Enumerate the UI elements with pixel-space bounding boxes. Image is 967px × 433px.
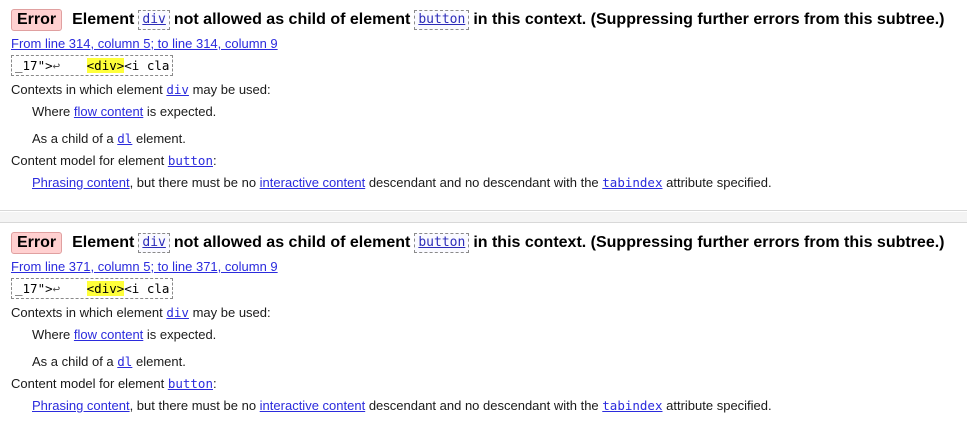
error-badge: Error (11, 9, 63, 31)
div-element-link[interactable]: div (166, 82, 189, 97)
extract-highlight: <div> (86, 58, 125, 73)
content-model-text: descendant and no descendant with the (368, 175, 599, 190)
extract-text: <i cla (124, 281, 170, 296)
tabindex-attribute-link[interactable]: tabindex (602, 398, 662, 413)
content-model-text: attribute specified. (666, 175, 772, 190)
content-model-line: Content model for element button: (11, 153, 967, 169)
context-item: As a child of a dl element. (32, 354, 967, 370)
dl-element-link[interactable]: dl (117, 131, 132, 146)
error-message: Error Element div not allowed as child o… (0, 222, 967, 433)
context-text: element. (135, 131, 186, 146)
phrasing-content-link[interactable]: Phrasing content (32, 398, 130, 413)
extract-text: _17"> (15, 58, 53, 73)
tabindex-attribute-link[interactable]: tabindex (602, 175, 662, 190)
dl-element-link[interactable]: dl (117, 354, 132, 369)
content-model-text: : (212, 376, 217, 391)
contexts-text: may be used: (192, 305, 271, 320)
error-headline: Error Element div not allowed as child o… (11, 232, 967, 254)
parent-element-link[interactable]: button (414, 233, 470, 253)
content-model-text: attribute specified. (666, 398, 772, 413)
contexts-text: Contexts in which element (11, 82, 163, 97)
flow-content-link[interactable]: flow content (74, 327, 143, 342)
contexts-line: Contexts in which element div may be use… (11, 82, 967, 98)
div-element-link[interactable]: div (166, 305, 189, 320)
content-model-text: Content model for element (11, 153, 165, 168)
extract-text: _17"> (15, 281, 53, 296)
parent-element-link[interactable]: button (414, 10, 470, 30)
contexts-text: Contexts in which element (11, 305, 163, 320)
headline-text: Element (72, 11, 135, 28)
context-item: Where flow content is expected. (32, 327, 967, 343)
flow-content-link[interactable]: flow content (74, 104, 143, 119)
code-extract: _17">↩ <div><i cla (11, 55, 174, 76)
contexts-line: Contexts in which element div may be use… (11, 305, 967, 321)
content-model-item: Phrasing content, but there must be no i… (32, 175, 967, 191)
context-text: Where (32, 104, 71, 119)
element-name-link[interactable]: div (138, 233, 170, 253)
element-name-link[interactable]: div (138, 10, 170, 30)
line-feed-icon: ↩ (52, 281, 61, 296)
context-item: Where flow content is expected. (32, 104, 967, 120)
context-item: As a child of a dl element. (32, 131, 967, 147)
content-model-text: Content model for element (11, 376, 165, 391)
content-model-item: Phrasing content, but there must be no i… (32, 398, 967, 414)
source-location-link[interactable]: From line 314, column 5; to line 314, co… (11, 36, 967, 52)
context-text: is expected. (146, 104, 217, 119)
interactive-content-link[interactable]: interactive content (260, 398, 366, 413)
context-text: element. (135, 354, 186, 369)
headline-text: in this context. (Suppressing further er… (473, 11, 945, 28)
context-text: Where (32, 327, 71, 342)
button-element-link[interactable]: button (168, 153, 213, 168)
context-text: As a child of a (32, 354, 114, 369)
content-model-text: descendant and no descendant with the (368, 398, 599, 413)
headline-text: not allowed as child of element (173, 234, 411, 251)
extract-highlight: <div> (86, 281, 125, 296)
content-model-text: : (212, 153, 217, 168)
extract-text: <i cla (124, 58, 170, 73)
contexts-text: may be used: (192, 82, 271, 97)
validator-message-list: Error Element div not allowed as child o… (0, 0, 967, 433)
content-model-text: , but there must be no (129, 175, 257, 190)
content-model-text: , but there must be no (129, 398, 257, 413)
headline-text: not allowed as child of element (173, 11, 411, 28)
error-headline: Error Element div not allowed as child o… (11, 9, 967, 31)
error-message: Error Element div not allowed as child o… (0, 0, 967, 211)
interactive-content-link[interactable]: interactive content (260, 175, 366, 190)
source-location-link[interactable]: From line 371, column 5; to line 371, co… (11, 259, 967, 275)
button-element-link[interactable]: button (168, 376, 213, 391)
headline-text: in this context. (Suppressing further er… (473, 234, 945, 251)
headline-text: Element (72, 234, 135, 251)
message-separator (0, 212, 967, 222)
code-extract: _17">↩ <div><i cla (11, 278, 174, 299)
error-badge: Error (11, 232, 63, 254)
context-text: is expected. (146, 327, 217, 342)
content-model-line: Content model for element button: (11, 376, 967, 392)
line-feed-icon: ↩ (52, 58, 61, 73)
phrasing-content-link[interactable]: Phrasing content (32, 175, 130, 190)
context-text: As a child of a (32, 131, 114, 146)
